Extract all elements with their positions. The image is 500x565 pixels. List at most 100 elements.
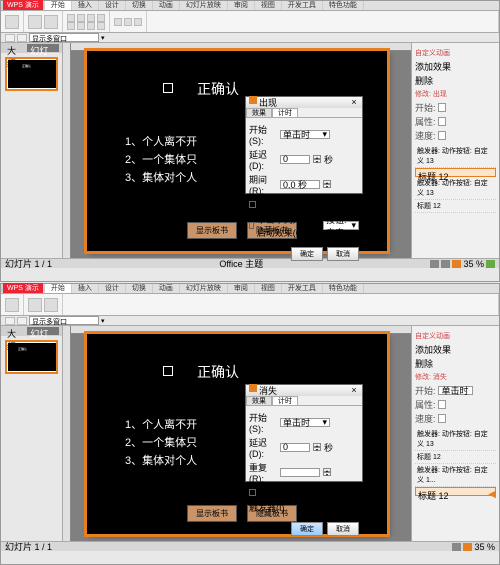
repeat-input[interactable]: 0.0 秒 — [280, 180, 320, 189]
tab-dev[interactable]: 开发工具 — [282, 1, 323, 10]
anim-item-4[interactable]: 触发器: 动作按钮: 自定义 1... — [415, 464, 496, 487]
anim-item-3b[interactable]: 标题 12 — [415, 451, 496, 464]
rb4[interactable] — [77, 14, 85, 22]
q1[interactable] — [5, 34, 15, 42]
rb10[interactable] — [97, 22, 105, 30]
slide[interactable]: 正确认 1、个人离不开 2、一个集体只 3、集体对个人 显示板书 隐藏板书 出现… — [87, 51, 387, 251]
cancel-button[interactable]: 取消 — [327, 247, 359, 261]
delay-spinner-2[interactable]: ▴▾ — [313, 443, 321, 451]
tab-insert[interactable]: 插入 — [72, 1, 99, 10]
underline-button[interactable] — [134, 18, 142, 26]
view-normal-icon[interactable] — [430, 260, 439, 268]
add-effect-2[interactable]: 添加效果 — [415, 343, 451, 356]
r2b1[interactable] — [28, 298, 42, 312]
tab-show[interactable]: 幻灯片放映 — [180, 1, 228, 10]
close-icon-2[interactable]: × — [349, 386, 359, 395]
chk-rewind-2[interactable] — [249, 489, 256, 496]
ok-button[interactable]: 确定 — [291, 247, 323, 261]
rb8[interactable] — [77, 22, 85, 30]
tab-feat[interactable]: 特色功能 — [323, 1, 364, 10]
chk-trig[interactable] — [249, 222, 254, 229]
show-board-button-2[interactable]: 显示板书 — [187, 505, 237, 522]
tab-review[interactable]: 审阅 — [228, 1, 255, 10]
anim-item-3[interactable]: 触发器: 动作按钮: 自定义 13 — [415, 428, 496, 451]
dlg-tab-effect[interactable]: 效果 — [246, 108, 272, 117]
paste-button[interactable] — [5, 15, 19, 29]
slide-2[interactable]: 正确认 1、个人离不开 2、一个集体只 3、集体对个人 显示板书 隐藏板书 消失… — [87, 334, 387, 534]
dlg-tab-timing-2[interactable]: 计时 — [272, 396, 298, 405]
trigger-select[interactable]: 动作按钮: 自定义 1▾ — [323, 221, 359, 230]
close-icon[interactable]: × — [349, 98, 359, 107]
zoom-slider[interactable] — [486, 260, 495, 268]
r2b2[interactable] — [44, 298, 58, 312]
chk-seq[interactable] — [249, 201, 256, 208]
sp-outline[interactable]: 大纲 — [4, 44, 27, 52]
rb1[interactable] — [28, 15, 42, 29]
sp-slides[interactable]: 幻灯片 — [27, 44, 59, 52]
rp-start-sel[interactable] — [438, 103, 446, 112]
tab-design[interactable]: 设计 — [99, 1, 126, 10]
ok-button-2[interactable]: 确定 — [291, 522, 323, 536]
tab-trans-2[interactable]: 切换 — [126, 284, 153, 293]
repeat-input-2[interactable] — [280, 468, 320, 477]
anim-item-2[interactable]: 触发器: 动作按钮: 自定义 13 — [415, 177, 496, 200]
tab-anim[interactable]: 动画 — [153, 1, 180, 10]
view-sorter-icon[interactable] — [441, 260, 450, 268]
tab-start[interactable]: 开始 — [45, 1, 72, 10]
rp-speed-sel-2[interactable] — [438, 414, 446, 423]
tab-insert-2[interactable]: 插入 — [72, 284, 99, 293]
window-select[interactable]: 显示多窗口 — [29, 33, 99, 42]
tab-anim-2[interactable]: 动画 — [153, 284, 180, 293]
anim-item-1[interactable]: 触发器: 动作按钮: 自定义 13 — [415, 145, 496, 168]
play-icon-2[interactable] — [463, 543, 472, 551]
window-select-2[interactable]: 显示多窗口 — [29, 316, 99, 325]
tab-view[interactable]: 视图 — [255, 1, 282, 10]
anim-item-4b[interactable]: 标题 12◀ — [415, 487, 496, 496]
bold-button[interactable] — [114, 18, 122, 26]
dlg-tab-effect-2[interactable]: 效果 — [246, 396, 272, 405]
slide-thumb-1[interactable]: 正确认 — [5, 57, 58, 91]
q21[interactable] — [5, 317, 15, 325]
play-icon[interactable] — [452, 260, 461, 268]
view-normal-icon-2[interactable] — [452, 543, 461, 551]
tab-show-2[interactable]: 幻灯片放映 — [180, 284, 228, 293]
tab-design-2[interactable]: 设计 — [99, 284, 126, 293]
tab-review-2[interactable]: 审阅 — [228, 284, 255, 293]
rp-prop-sel[interactable] — [438, 117, 446, 126]
slide-thumb-1b[interactable]: 正确认 — [5, 340, 58, 374]
rb5[interactable] — [87, 14, 95, 22]
delay-input-2[interactable]: 0 — [280, 443, 310, 452]
remove-effect[interactable]: 删除 — [415, 74, 433, 87]
rb6[interactable] — [97, 14, 105, 22]
tab-trans[interactable]: 切换 — [126, 1, 153, 10]
repeat-spinner-2[interactable]: ▴▾ — [323, 468, 331, 476]
anim-item-2b[interactable]: 标题 12 — [415, 200, 496, 213]
italic-button[interactable] — [124, 18, 132, 26]
sp-outline-2[interactable]: 大纲 — [4, 327, 27, 335]
tab-view-2[interactable]: 视图 — [255, 284, 282, 293]
start-select-2[interactable]: 单击时▾ — [280, 418, 330, 427]
rp-prop-sel-2[interactable] — [438, 400, 446, 409]
repeat-spinner[interactable]: ▴▾ — [323, 180, 331, 188]
rb7[interactable] — [67, 22, 75, 30]
remove-effect-2[interactable]: 删除 — [415, 357, 433, 370]
q2[interactable] — [17, 34, 27, 42]
tab-feat-2[interactable]: 特色功能 — [323, 284, 364, 293]
rb3[interactable] — [67, 14, 75, 22]
show-board-button[interactable]: 显示板书 — [187, 222, 237, 239]
tab-dev-2[interactable]: 开发工具 — [282, 284, 323, 293]
dlg-tab-timing[interactable]: 计时 — [272, 108, 298, 117]
delay-input[interactable]: 0 — [280, 155, 310, 164]
cancel-button-2[interactable]: 取消 — [327, 522, 359, 536]
add-effect[interactable]: 添加效果 — [415, 60, 451, 73]
sp-slides-2[interactable]: 幻灯片 — [27, 327, 59, 335]
rb2[interactable] — [44, 15, 58, 29]
rp-start-sel-2[interactable]: 单击时 — [438, 386, 473, 395]
tab-start-2[interactable]: 开始 — [45, 284, 72, 293]
anim-item-1b[interactable]: 标题 12 — [415, 168, 496, 177]
q22[interactable] — [17, 317, 27, 325]
delay-spinner[interactable]: ▴▾ — [313, 155, 321, 163]
paste-button-2[interactable] — [5, 298, 19, 312]
rp-speed-sel[interactable] — [438, 131, 446, 140]
start-select[interactable]: 单击时▾ — [280, 130, 330, 139]
